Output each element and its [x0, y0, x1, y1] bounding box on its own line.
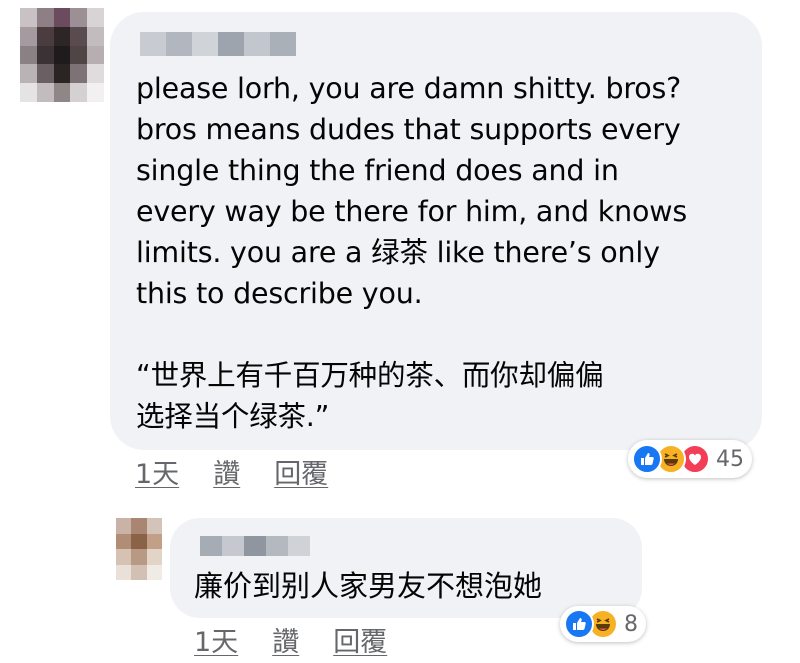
reply-comment: 廉价到别人家男友不想泡她 1天 讚 回覆 8: [0, 500, 800, 663]
reaction-count: 8: [624, 611, 638, 637]
comment-actions: 1天 讚 回覆: [135, 452, 328, 491]
author-name[interactable]: [140, 32, 296, 56]
reaction-summary[interactable]: 45: [628, 440, 752, 478]
like-icon: [564, 609, 594, 639]
like-button[interactable]: 讚: [213, 452, 240, 491]
avatar[interactable]: [20, 8, 104, 102]
reaction-summary[interactable]: 8: [560, 606, 646, 642]
comment-bubble: 廉价到别人家男友不想泡她: [170, 518, 642, 618]
comment: please lorh, you are damn shitty. bros? …: [0, 0, 800, 500]
like-button[interactable]: 讚: [272, 620, 299, 659]
timestamp-link[interactable]: 1天: [135, 452, 179, 491]
author-name[interactable]: [200, 536, 310, 556]
comment-actions: 1天 讚 回覆: [194, 620, 387, 659]
timestamp-link[interactable]: 1天: [194, 620, 238, 659]
comment-bubble: please lorh, you are damn shitty. bros? …: [110, 12, 762, 450]
comment-text: please lorh, you are damn shitty. bros? …: [136, 72, 687, 433]
reaction-count: 45: [716, 446, 744, 472]
avatar[interactable]: [116, 518, 162, 580]
reply-button[interactable]: 回覆: [274, 452, 328, 491]
comment-text: 廉价到别人家男友不想泡她: [194, 569, 543, 603]
like-icon: [632, 444, 662, 474]
reply-button[interactable]: 回覆: [333, 620, 387, 659]
